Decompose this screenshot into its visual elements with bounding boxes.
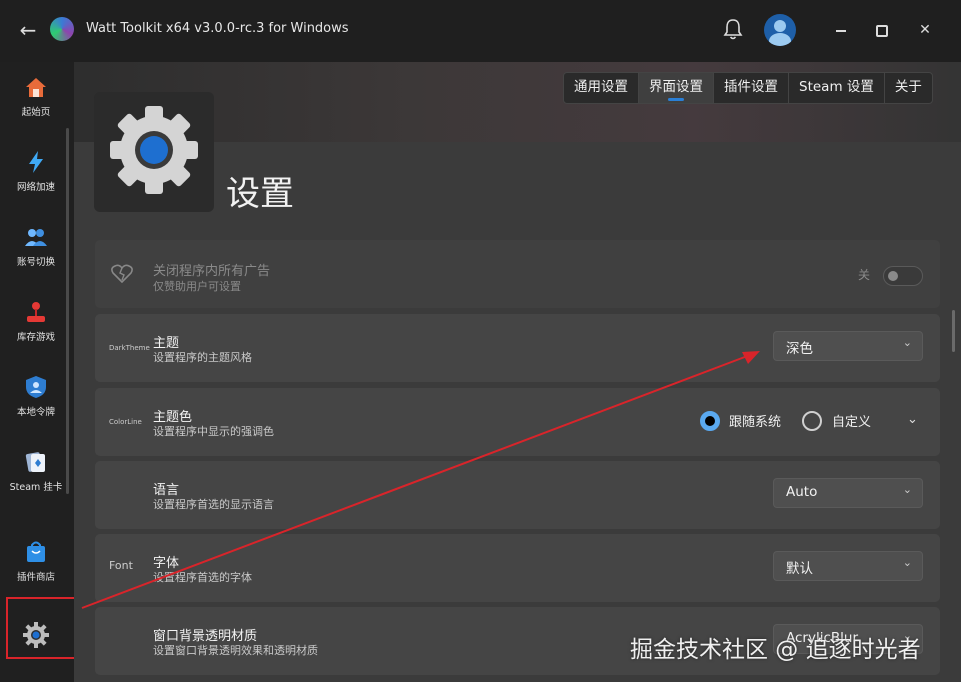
dropdown-value: Auto	[786, 484, 818, 500]
sidebar-item-steam-idle[interactable]: Steam 挂卡	[0, 449, 72, 509]
setting-card-theme: DarkTheme 主题 设置程序的主题风格 深色 ⌄	[95, 314, 940, 382]
main-scrollbar[interactable]	[952, 310, 955, 352]
sidebar-item-label: 网络加速	[16, 182, 55, 193]
language-dropdown[interactable]: Auto ⌄	[773, 478, 923, 508]
minimize-icon[interactable]	[830, 20, 852, 40]
shield-user-icon	[26, 376, 46, 398]
settings-highlight-frame	[6, 597, 76, 659]
setting-card-ads: 关闭程序内所有广告 仅赞助用户可设置 关	[95, 240, 940, 308]
sidebar-item-home[interactable]: 起始页	[0, 74, 72, 134]
toggle-knob	[888, 271, 898, 281]
setting-card-language: 语言 设置程序首选的显示语言 Auto ⌄	[95, 461, 940, 529]
setting-subtitle: 设置程序首选的显示语言	[153, 498, 274, 511]
setting-card-accent: ColorLine 主题色 设置程序中显示的强调色 跟随系统 自定义 ⌄	[95, 388, 940, 456]
sidebar-item-plugin-store[interactable]: 插件商店	[0, 539, 72, 599]
setting-title: 关闭程序内所有广告	[153, 264, 271, 279]
tab-general[interactable]: 通用设置	[564, 73, 639, 103]
dropdown-value: 深色	[786, 341, 813, 357]
bell-icon[interactable]	[722, 17, 744, 41]
sidebar-item-label: Steam 挂卡	[9, 482, 63, 493]
sidebar-item-network[interactable]: 网络加速	[0, 149, 72, 209]
sidebar: 起始页 网络加速 账号切换 库存游戏 本地令牌 Steam 挂卡 插件商店	[0, 62, 72, 682]
settings-tabs: 通用设置 界面设置 插件设置 Steam 设置 关于	[563, 72, 933, 104]
title-bar: ← Watt Toolkit x64 v3.0.0-rc.3 for Windo…	[0, 0, 961, 62]
ads-toggle[interactable]	[883, 266, 923, 286]
setting-subtitle: 设置程序中显示的强调色	[153, 425, 274, 438]
chevron-down-icon: ⌄	[902, 483, 912, 496]
sidebar-item-accounts[interactable]: 账号切换	[0, 224, 72, 284]
dropdown-value: 默认	[786, 561, 813, 577]
sidebar-item-label: 插件商店	[16, 572, 55, 583]
radio-label: 自定义	[832, 415, 872, 430]
broken-heart-icon	[111, 264, 133, 284]
back-arrow-icon[interactable]: ←	[16, 18, 40, 42]
close-icon[interactable]: ✕	[914, 20, 936, 40]
accent-lead-label: ColorLine	[109, 418, 142, 426]
app-logo-icon	[50, 17, 74, 41]
watermark: 掘金技术社区 @ 追逐时光者	[630, 637, 921, 663]
settings-gear-icon	[110, 106, 198, 194]
tab-ui[interactable]: 界面设置	[639, 73, 714, 103]
chevron-down-icon[interactable]: ⌄	[907, 412, 918, 427]
sidebar-item-label: 账号切换	[16, 257, 55, 268]
setting-card-font: Font 字体 设置程序首选的字体 默认 ⌄	[95, 534, 940, 602]
accounts-icon	[25, 229, 47, 246]
sidebar-item-authenticator[interactable]: 本地令牌	[0, 374, 72, 434]
tab-plugins[interactable]: 插件设置	[714, 73, 789, 103]
main-panel: 通用设置 界面设置 插件设置 Steam 设置 关于 设置 关闭程序内所有广告 …	[74, 62, 961, 682]
radio-label: 跟随系统	[729, 415, 782, 430]
radio-follow-system[interactable]	[700, 411, 720, 431]
font-dropdown[interactable]: 默认 ⌄	[773, 551, 923, 581]
window-title: Watt Toolkit x64 v3.0.0-rc.3 for Windows	[86, 21, 349, 36]
maximize-icon[interactable]	[870, 20, 892, 40]
font-lead-label: Font	[109, 559, 133, 572]
chevron-down-icon: ⌄	[902, 336, 912, 349]
chevron-down-icon: ⌄	[902, 556, 912, 569]
joystick-icon	[27, 302, 45, 322]
toggle-state-label: 关	[858, 268, 871, 282]
sidebar-item-label: 本地令牌	[16, 407, 55, 418]
theme-lead-label: DarkTheme	[109, 344, 150, 352]
radio-custom[interactable]	[802, 411, 822, 431]
tab-steam[interactable]: Steam 设置	[789, 73, 885, 103]
setting-subtitle: 设置窗口背景透明效果和透明材质	[153, 644, 318, 657]
page-title: 设置	[226, 174, 294, 214]
sidebar-scrollbar[interactable]	[66, 128, 69, 494]
user-avatar-icon[interactable]	[764, 14, 796, 46]
setting-subtitle: 设置程序首选的字体	[153, 571, 252, 584]
shopping-bag-icon	[27, 541, 45, 562]
home-icon	[26, 78, 46, 97]
theme-dropdown[interactable]: 深色 ⌄	[773, 331, 923, 361]
setting-subtitle: 仅赞助用户可设置	[153, 280, 241, 293]
lightning-icon	[29, 151, 43, 173]
sidebar-item-games[interactable]: 库存游戏	[0, 299, 72, 359]
tab-about[interactable]: 关于	[885, 73, 932, 103]
sidebar-item-label: 起始页	[21, 107, 51, 118]
page-icon-tile	[94, 92, 214, 212]
sidebar-item-label: 库存游戏	[16, 332, 55, 343]
cards-icon	[25, 452, 45, 472]
setting-subtitle: 设置程序的主题风格	[153, 351, 252, 364]
